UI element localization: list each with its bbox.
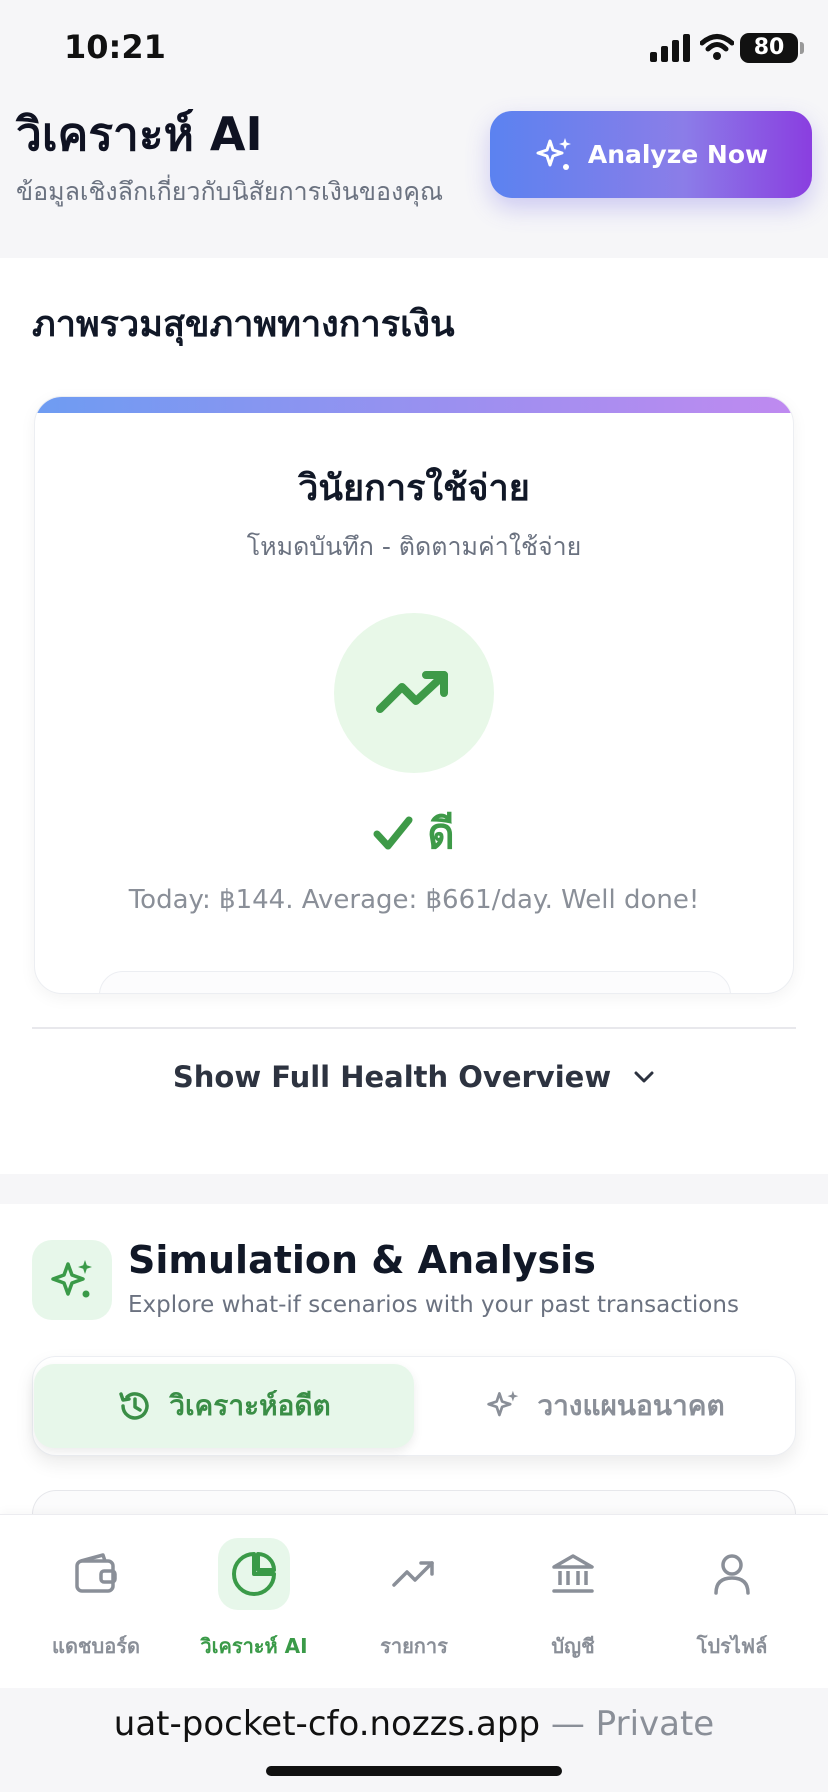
sparkles-icon bbox=[487, 1390, 519, 1417]
check-icon bbox=[373, 816, 413, 850]
page-title: วิเคราะห์ AI bbox=[16, 107, 263, 161]
simulation-subtitle: Explore what-if scenarios with your past… bbox=[128, 1292, 739, 1318]
health-section-title: ภาพรวมสุขภาพทางการเงิน bbox=[32, 304, 455, 345]
browser-url[interactable]: uat-pocket-cfo.nozzs.app — Private bbox=[0, 1704, 828, 1744]
card-message: Today: ฿144. Average: ฿661/day. Well don… bbox=[128, 885, 700, 915]
nav-ai-label: วิเคราะห์ AI bbox=[200, 1634, 308, 1658]
nav-transactions-icon-wrap bbox=[378, 1538, 450, 1610]
history-icon bbox=[119, 1392, 149, 1420]
status-time: 10:21 bbox=[64, 28, 166, 66]
tab-future-label: วางแผนอนาคต bbox=[537, 1389, 725, 1422]
battery-tip bbox=[800, 42, 804, 54]
card-gradient-bar bbox=[35, 397, 793, 413]
nav-accounts[interactable]: บัญชี bbox=[493, 1534, 653, 1664]
analyze-now-button[interactable]: Analyze Now bbox=[490, 111, 812, 198]
inner-card-peek bbox=[99, 971, 731, 993]
battery-indicator: 80 bbox=[740, 33, 798, 63]
status-label: ดี bbox=[427, 809, 455, 858]
wallet-icon bbox=[75, 1553, 117, 1593]
trend-circle bbox=[334, 613, 494, 773]
nav-dashboard-label: แดชบอร์ด bbox=[52, 1634, 140, 1658]
show-full-overview-label: Show Full Health Overview bbox=[172, 1060, 612, 1094]
url-domain: uat-pocket-cfo.nozzs.app bbox=[113, 1704, 541, 1744]
chevron-down-icon bbox=[634, 1071, 654, 1083]
home-indicator[interactable] bbox=[266, 1766, 562, 1776]
card-subtitle: โหมดบันทึก - ติดตามค่าใช้จ่าย bbox=[246, 532, 582, 561]
simulation-icon-box bbox=[32, 1240, 112, 1320]
wifi-icon bbox=[700, 34, 734, 60]
status-row: ดี bbox=[35, 801, 793, 867]
user-icon bbox=[714, 1554, 750, 1595]
card-title: วินัยการใช้จ่าย bbox=[298, 468, 530, 509]
pie-chart-icon bbox=[232, 1552, 276, 1596]
nav-transactions-label: รายการ bbox=[380, 1634, 448, 1658]
nav-accounts-label: บัญชี bbox=[551, 1634, 595, 1658]
nav-accounts-icon-wrap bbox=[537, 1538, 609, 1610]
tab-past-label: วิเคราะห์อดีต bbox=[169, 1389, 331, 1422]
analyze-now-label: Analyze Now bbox=[587, 140, 769, 169]
nav-dashboard-icon-wrap bbox=[60, 1538, 132, 1610]
nav-ai-icon-wrap bbox=[218, 1538, 290, 1610]
nav-profile[interactable]: โปรไฟล์ bbox=[652, 1534, 812, 1664]
nav-profile-label: โปรไฟล์ bbox=[696, 1634, 768, 1658]
cellular-signal-icon bbox=[650, 34, 690, 62]
page-subtitle: ข้อมูลเชิงลึกเกี่ยวกับนิสัยการเงินของคุณ bbox=[16, 177, 444, 206]
simulation-title: Simulation & Analysis bbox=[128, 1238, 596, 1282]
nav-profile-icon-wrap bbox=[696, 1538, 768, 1610]
sparkles-icon bbox=[536, 137, 571, 170]
tab-future-planning[interactable]: วางแผนอนาคต bbox=[420, 1364, 790, 1448]
url-private-label: — Private bbox=[550, 1704, 715, 1744]
tab-past-analysis[interactable]: วิเคราะห์อดีต bbox=[34, 1364, 414, 1448]
divider bbox=[32, 1027, 796, 1029]
nav-dashboard[interactable]: แดชบอร์ด bbox=[16, 1534, 176, 1664]
bank-icon bbox=[552, 1554, 594, 1593]
show-full-overview-button[interactable]: Show Full Health Overview bbox=[0, 1060, 828, 1094]
sparkles-icon bbox=[51, 1260, 92, 1298]
trending-up-icon bbox=[392, 1561, 434, 1587]
nav-ai-analysis[interactable]: วิเคราะห์ AI bbox=[174, 1534, 334, 1664]
nav-transactions[interactable]: รายการ bbox=[334, 1534, 494, 1664]
spending-discipline-card: วินัยการใช้จ่าย โหมดบันทึก - ติดตามค่าใช… bbox=[34, 396, 794, 994]
trending-up-icon bbox=[376, 671, 448, 713]
